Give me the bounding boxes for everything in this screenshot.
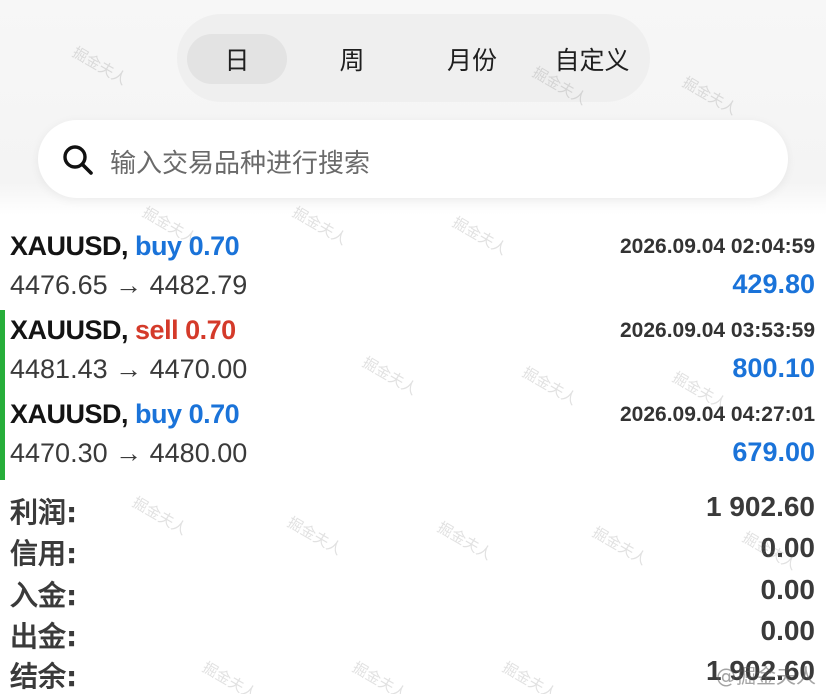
summary-label: 出金: <box>10 620 78 653</box>
arrow-icon: → <box>115 270 143 300</box>
trade-symbol-line: XAUUSD, buy 0.70 <box>10 399 240 430</box>
trade-symbol-line: XAUUSD, sell 0.70 <box>10 315 236 346</box>
search-icon <box>63 145 93 175</box>
trade-time: 2026.09.04 04:27:01 <box>620 403 815 426</box>
trade-side: buy <box>135 399 182 429</box>
summary-label: 入金: <box>10 579 78 612</box>
period-tab-bar: 日 周 月份 自定义 <box>177 14 650 102</box>
trade-row[interactable]: XAUUSD, buy 0.70 2026.09.04 04:27:01 447… <box>0 397 826 481</box>
open-price: 4470.30 <box>10 438 108 468</box>
trade-volume: 0.70 <box>188 231 240 261</box>
tab-day[interactable]: 日 <box>187 34 287 84</box>
trade-profit: 679.00 <box>732 437 815 467</box>
trade-profit: 429.80 <box>732 269 815 299</box>
summary-profit: 利润: 1 902.60 <box>0 489 826 531</box>
search-input[interactable]: 输入交易品种进行搜索 <box>38 120 788 198</box>
arrow-icon: → <box>115 438 143 468</box>
summary-deposit: 入金: 0.00 <box>0 572 826 614</box>
arrow-icon: → <box>115 354 143 384</box>
summary-label: 结余: <box>10 660 78 693</box>
summary-credit: 信用: 0.00 <box>0 530 826 572</box>
open-price: 4476.65 <box>10 270 108 300</box>
watermark-credit: @掘金夫人 <box>716 664 816 688</box>
open-price: 4481.43 <box>10 354 108 384</box>
tab-week[interactable]: 周 <box>302 34 402 84</box>
trade-prices: 4481.43 → 4470.00 <box>10 354 247 385</box>
trade-row[interactable]: XAUUSD, sell 0.70 2026.09.04 03:53:59 44… <box>0 313 826 397</box>
summary-value: 0.00 <box>760 615 816 646</box>
tab-month[interactable]: 月份 <box>422 34 522 84</box>
tab-custom[interactable]: 自定义 <box>542 34 642 84</box>
trade-symbol: XAUUSD, <box>10 399 129 429</box>
trade-symbol: XAUUSD, <box>10 231 129 261</box>
selection-indicator <box>0 310 5 480</box>
trade-symbol: XAUUSD, <box>10 315 129 345</box>
trade-prices: 4470.30 → 4480.00 <box>10 438 247 469</box>
search-placeholder: 输入交易品种进行搜索 <box>110 149 371 179</box>
trade-time: 2026.09.04 02:04:59 <box>620 235 815 258</box>
close-price: 4482.79 <box>149 270 248 300</box>
trade-row[interactable]: XAUUSD, buy 0.70 2026.09.04 02:04:59 447… <box>0 229 826 313</box>
summary-value: 0.00 <box>760 532 816 563</box>
summary-withdrawal: 出金: 0.00 <box>0 613 826 655</box>
summary-value: 0.00 <box>760 574 816 605</box>
trade-profit: 800.10 <box>732 353 815 383</box>
summary-label: 利润: <box>10 496 78 529</box>
summary-balance: 结余: 1 902.60 <box>0 653 826 694</box>
trade-volume: 0.70 <box>188 399 240 429</box>
summary-value: 1 902.60 <box>706 491 815 522</box>
trade-time: 2026.09.04 03:53:59 <box>620 319 815 342</box>
trade-side: buy <box>135 231 182 261</box>
trade-symbol-line: XAUUSD, buy 0.70 <box>10 231 240 262</box>
trade-prices: 4476.65 → 4482.79 <box>10 270 247 301</box>
trade-side: sell <box>135 315 179 345</box>
trade-volume: 0.70 <box>185 315 236 345</box>
close-price: 4470.00 <box>149 354 248 384</box>
summary-label: 信用: <box>10 537 78 570</box>
close-price: 4480.00 <box>149 438 248 468</box>
